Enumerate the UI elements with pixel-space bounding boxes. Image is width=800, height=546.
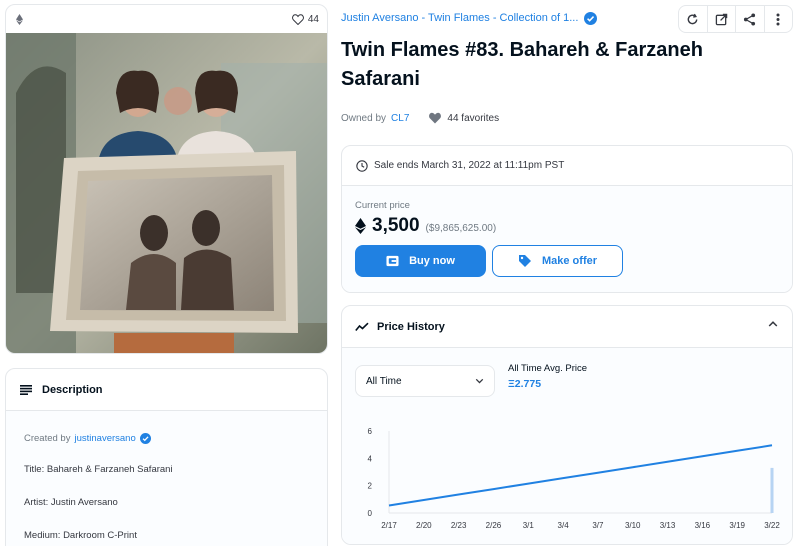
creator-link[interactable]: justinaversano	[74, 433, 135, 444]
price-history-header[interactable]: Price History	[342, 306, 792, 348]
y-tick-label: 0	[368, 509, 373, 518]
time-range-select[interactable]: All Time	[355, 365, 495, 397]
price-row: 3,500 ($9,865,625.00)	[355, 215, 779, 237]
y-tick-label: 2	[368, 482, 373, 491]
buy-now-label: Buy now	[409, 255, 455, 267]
x-tick-label: 3/19	[729, 521, 745, 530]
price-panel: Sale ends March 31, 2022 at 11:11pm PST …	[341, 145, 793, 293]
description-heading: Description	[42, 383, 103, 396]
description-panel: Description Created by justinaversano Ti…	[5, 368, 328, 546]
description-artist-line: Artist: Justin Aversano	[24, 497, 118, 508]
tag-icon	[518, 255, 531, 267]
refresh-button[interactable]	[679, 6, 708, 32]
favorites-count: 44 favorites	[447, 112, 500, 124]
time-range-value: All Time	[366, 375, 402, 387]
wallet-icon	[386, 255, 399, 267]
external-link-icon	[715, 13, 728, 25]
x-tick-label: 2/17	[381, 521, 397, 530]
x-tick-label: 3/22	[764, 521, 780, 530]
purchase-actions: Buy now Make offer	[355, 245, 779, 277]
refresh-icon	[687, 13, 698, 24]
x-tick-label: 3/7	[592, 521, 604, 530]
price-line	[388, 444, 773, 507]
y-tick-label: 6	[368, 427, 373, 436]
favorites-summary: 44 favorites	[428, 112, 499, 124]
x-tick-label: 3/1	[523, 521, 535, 530]
make-offer-button[interactable]: Make offer	[492, 245, 623, 277]
external-link-button[interactable]	[708, 6, 736, 32]
ethereum-icon	[14, 12, 24, 26]
collection-link[interactable]: Justin Aversano - Twin Flames - Collecti…	[341, 12, 578, 24]
heart-outline-icon	[291, 13, 304, 25]
more-options-button[interactable]	[765, 6, 793, 32]
current-price-label: Current price	[355, 200, 410, 211]
average-price-block: All Time Avg. Price Ξ2.775	[508, 363, 587, 390]
buy-now-button[interactable]: Buy now	[355, 245, 486, 277]
price-usd: ($9,865,625.00)	[425, 222, 497, 234]
share-button[interactable]	[736, 6, 765, 32]
sale-end-text: Sale ends March 31, 2022 at 11:11pm PST	[374, 160, 565, 171]
nft-artwork[interactable]	[6, 33, 327, 353]
ethereum-icon	[355, 218, 366, 234]
price-history-heading: Price History	[377, 320, 445, 333]
price-history-panel: Price History All Time All Time Avg. Pri…	[341, 305, 793, 545]
chevron-down-icon	[475, 378, 484, 384]
list-icon	[20, 384, 32, 395]
more-vertical-icon	[776, 13, 780, 25]
make-offer-label: Make offer	[541, 255, 598, 267]
owner-row: Owned by CL7 44 favorites	[341, 112, 499, 124]
owned-by-label: Owned by	[341, 112, 387, 124]
price-history-chart[interactable]: 0 2 4 6 2/17 2/20 2/23 2/26 3/1 3/4 3/7 3/10 3/13 3/1…	[342, 423, 792, 543]
item-title: Twin Flames #83. Bahareh & Farzaneh Safa…	[341, 39, 703, 90]
favorite-button[interactable]: 44	[291, 13, 319, 25]
trend-line-icon	[355, 322, 369, 331]
average-price-value: Ξ2.775	[508, 378, 542, 390]
verified-badge-icon	[584, 11, 598, 25]
price-value: 3,500	[372, 215, 420, 236]
price-body: Current price 3,500 ($9,865,625.00) Buy …	[342, 186, 792, 292]
price-history-body: All Time All Time Avg. Price Ξ2.775 0 2 4 6…	[342, 348, 792, 544]
description-title-line: Title: Bahareh & Farzaneh Safarani	[24, 464, 173, 475]
sale-end-row: Sale ends March 31, 2022 at 11:11pm PST	[342, 146, 792, 186]
x-tick-label: 2/20	[416, 521, 432, 530]
description-medium-line: Medium: Darkroom C-Print	[24, 530, 137, 541]
x-tick-label: 3/13	[660, 521, 676, 530]
description-body: Created by justinaversano Title: Bahareh…	[6, 411, 327, 546]
created-by-label: Created by	[24, 433, 71, 444]
item-actions	[678, 5, 793, 33]
x-tick-label: 2/26	[486, 521, 502, 530]
heart-filled-icon	[429, 112, 442, 124]
share-icon	[744, 12, 756, 26]
verified-badge-icon	[139, 433, 151, 444]
x-tick-label: 3/10	[625, 521, 641, 530]
x-tick-label: 3/4	[558, 521, 570, 530]
volume-bar	[770, 467, 774, 513]
media-header: 44	[6, 5, 327, 33]
owner-link[interactable]: CL7	[391, 113, 409, 124]
average-price-label: All Time Avg. Price	[508, 363, 588, 374]
x-tick-label: 2/23	[451, 521, 467, 530]
collection-row: Justin Aversano - Twin Flames - Collecti…	[341, 8, 598, 28]
created-by-row: Created by justinaversano	[24, 433, 309, 444]
favorite-count: 44	[307, 13, 319, 25]
clock-icon	[356, 159, 368, 172]
y-tick-label: 4	[368, 454, 373, 463]
x-tick-label: 3/16	[695, 521, 711, 530]
description-header[interactable]: Description	[6, 369, 327, 411]
media-card: 44	[5, 4, 328, 354]
chevron-up-icon	[768, 321, 778, 327]
